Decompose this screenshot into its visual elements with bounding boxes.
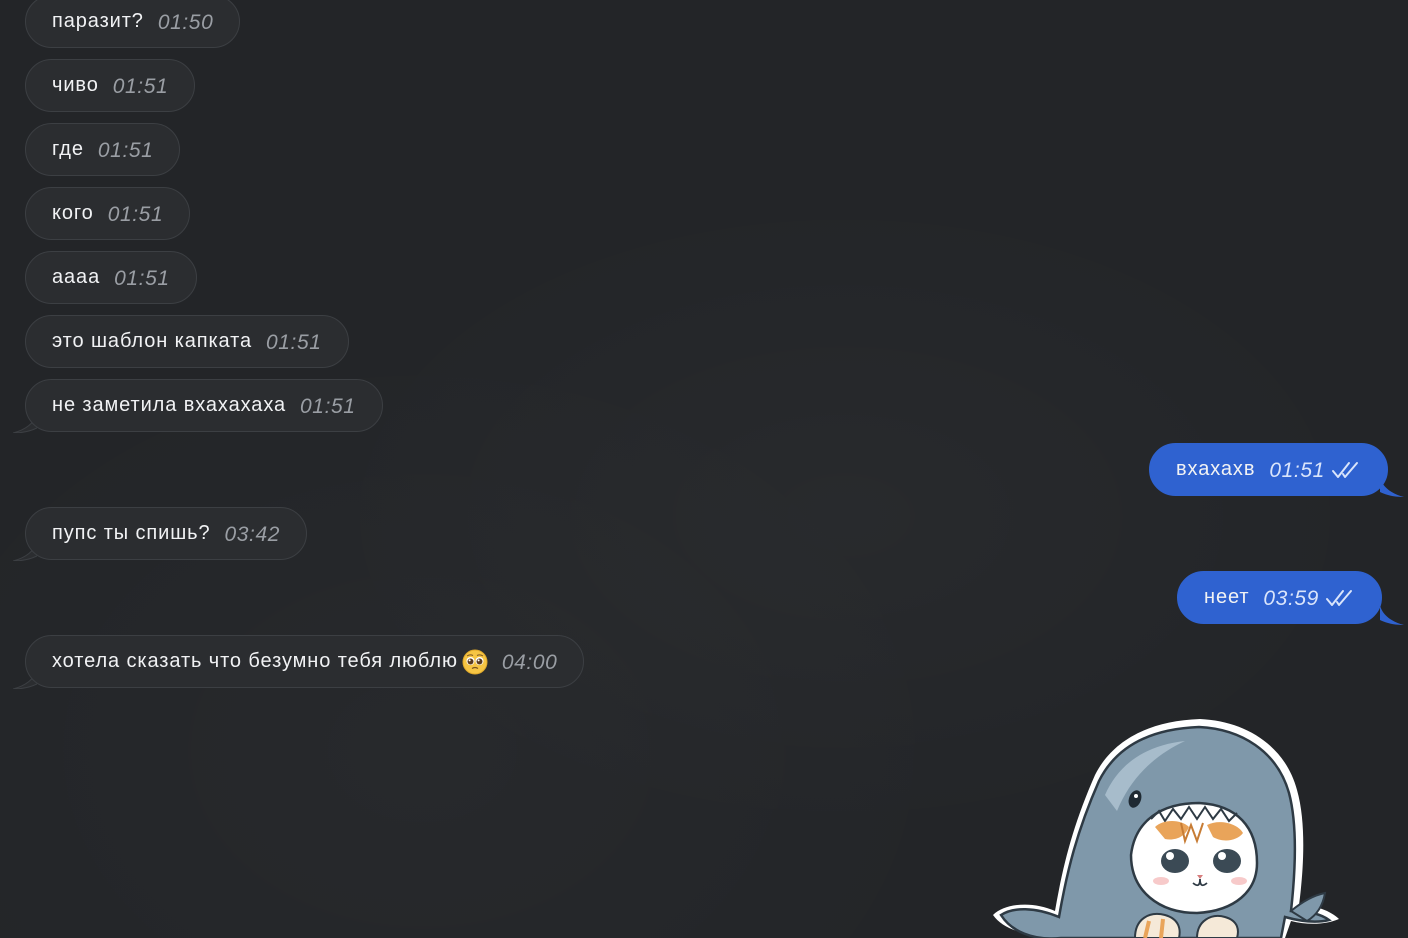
message-time: 01:50 (157, 10, 214, 34)
message-text: кого (52, 202, 94, 224)
message-time: 01:51 (107, 202, 164, 226)
message-text: это шаблон капката (52, 330, 252, 352)
message-text: вхахахв (1176, 458, 1256, 480)
message-bubble-incoming[interactable]: это шаблон капката 01:51 (25, 315, 349, 368)
message-text: где (52, 138, 84, 160)
message-time: 04:00 (501, 650, 558, 674)
message-bubble-incoming[interactable]: чиво 01:51 (25, 59, 196, 112)
message-text: не заметила вхахахаха (52, 394, 287, 416)
message-text: пупс ты спишь? (52, 522, 211, 544)
message-bubble-incoming[interactable]: где 01:51 (25, 123, 181, 176)
message-text: неет (1204, 586, 1250, 608)
message-bubble-incoming[interactable]: аааа 01:51 (25, 251, 197, 304)
message-bubble-incoming[interactable]: пупс ты спишь? 03:42 (25, 507, 308, 560)
message-time: 01:51 (300, 394, 356, 418)
message-text: паразит? (52, 10, 144, 32)
message-text: хотела сказать что безумно тебя люблю (52, 650, 458, 672)
double-check-icon (1331, 461, 1358, 478)
message-time: 03:59 (1263, 586, 1319, 610)
message-time: 01:51 (114, 266, 170, 290)
message-time: 01:51 (112, 74, 169, 98)
message-bubble-outgoing[interactable]: неет 03:59 (1177, 571, 1382, 624)
message-time: 01:51 (97, 138, 154, 162)
message-bubble-incoming[interactable]: паразит? 01:50 (25, 0, 241, 48)
shark-cat-sticker[interactable] (985, 715, 1345, 938)
message-time: 01:51 (1269, 458, 1325, 482)
message-bubble-incoming[interactable]: не заметила вхахахаха 01:51 (25, 379, 383, 432)
message-time: 03:42 (224, 522, 281, 546)
message-text: аааа (52, 266, 101, 288)
message-bubble-outgoing[interactable]: вхахахв 01:51 (1149, 443, 1388, 496)
double-check-icon (1325, 589, 1352, 606)
message-bubble-incoming[interactable]: кого 01:51 (25, 187, 191, 240)
bubble-tail (1380, 605, 1404, 625)
message-text: чиво (52, 74, 99, 96)
message-time: 01:51 (266, 330, 322, 354)
message-bubble-incoming[interactable]: хотела сказать что безумно тебя люблю 04… (25, 635, 585, 688)
pleading-face-emoji (462, 649, 488, 674)
